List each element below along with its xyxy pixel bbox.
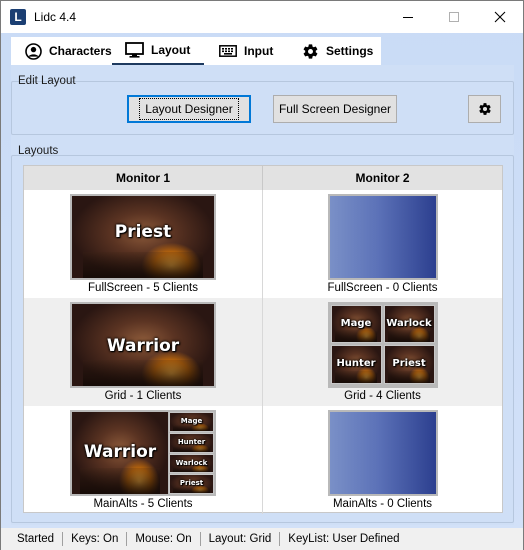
status-layout: Layout: Grid [201, 532, 281, 546]
layout-cell-monitor-2[interactable]: MainAlts - 0 Clients [263, 406, 502, 514]
tab-characters-label: Characters [49, 44, 112, 58]
layout-caption: Grid - 4 Clients [344, 390, 421, 402]
layout-caption: FullScreen - 5 Clients [88, 282, 198, 294]
layout-caption: MainAlts - 0 Clients [332, 498, 433, 510]
alt-slot: Hunter [169, 433, 214, 453]
gear-icon [303, 43, 318, 59]
window-title: Lidc 4.4 [34, 10, 77, 24]
client-label: Warrior [83, 442, 157, 462]
monitor-icon [125, 42, 144, 58]
status-keylist: KeyList: User Defined [288, 533, 400, 545]
tab-settings-label: Settings [326, 44, 374, 58]
layout-preview-thumbnail[interactable] [327, 410, 438, 496]
alt-slot: Warlock [169, 454, 214, 473]
layout-cell-monitor-1[interactable]: Warrior Grid - 1 Clients [24, 298, 263, 406]
client-label: Priest [114, 222, 172, 242]
layout-designer-button[interactable]: Layout Designer [127, 95, 251, 123]
alt-slot: Priest [169, 474, 214, 494]
layout-designer-button-label: Layout Designer [139, 98, 239, 120]
tab-input[interactable]: Input [219, 37, 273, 65]
column-header-monitor-1[interactable]: Monitor 1 [24, 166, 263, 190]
close-button[interactable] [477, 1, 523, 33]
app-logo-icon: L [10, 9, 26, 25]
layout-cell-monitor-2[interactable]: Mage Warlock Hunter Priest Grid - 4 Clie… [263, 298, 502, 406]
tab-characters[interactable]: Characters [25, 37, 112, 65]
tab-input-label: Input [244, 44, 274, 58]
alt-slot: Mage [169, 412, 214, 432]
layout-tab-content: Edit Layout Layout Designer Full Screen … [11, 65, 514, 525]
layout-preview-thumbnail[interactable]: Warrior [70, 302, 216, 388]
maximize-icon [449, 12, 459, 22]
title-bar: L Lidc 4.4 [1, 1, 523, 33]
tab-settings[interactable]: Settings [302, 37, 373, 65]
app-window: L Lidc 4.4 Characters Layout Input Setti… [0, 0, 524, 550]
tab-layout-label: Layout [151, 43, 191, 57]
tab-layout[interactable]: Layout [112, 37, 205, 65]
status-keys: Keys: On [63, 532, 128, 546]
layout-preview-thumbnail[interactable] [327, 194, 438, 280]
close-icon [494, 11, 506, 23]
layout-preview-thumbnail[interactable]: Warrior Mage Hunter Warlock Priest [70, 410, 216, 496]
maximize-button[interactable] [431, 1, 477, 33]
client-label: Priest [392, 358, 426, 369]
layout-preview-thumbnail[interactable]: Mage Warlock Hunter Priest [327, 302, 438, 388]
layout-preview-thumbnail[interactable]: Priest [70, 194, 216, 280]
main-tabstrip: Characters Layout Input Settings [11, 37, 381, 65]
layout-row[interactable]: Warrior Grid - 1 Clients Mage Warlock Hu… [24, 298, 502, 406]
column-header-monitor-2[interactable]: Monitor 2 [263, 166, 502, 190]
client-label: Mage [340, 318, 372, 329]
main-slot: Warrior [72, 412, 168, 494]
grid-slot: Priest [383, 345, 435, 384]
client-label: Mage [180, 417, 203, 425]
layout-row[interactable]: Priest FullScreen - 5 Clients FullScreen… [24, 190, 502, 298]
empty-monitor-preview [329, 412, 436, 494]
status-mouse: Mouse: On [127, 532, 201, 546]
full-screen-designer-button[interactable]: Full Screen Designer [273, 95, 397, 123]
grid-slot: Warlock [383, 305, 435, 343]
layout-caption: MainAlts - 5 Clients [93, 498, 193, 510]
layout-row[interactable]: Warrior Mage Hunter Warlock Priest MainA… [24, 406, 502, 514]
layout-cell-monitor-2[interactable]: FullScreen - 0 Clients [263, 190, 502, 298]
user-circle-icon [25, 42, 42, 60]
layout-settings-button[interactable] [468, 95, 501, 123]
layouts-group-label: Layouts [18, 145, 59, 157]
client-label: Priest [179, 479, 204, 487]
layouts-grid: Monitor 1 Monitor 2 Priest FullScreen - … [23, 165, 503, 514]
status-state: Started [1, 532, 64, 546]
full-screen-designer-button-label: Full Screen Designer [278, 102, 392, 116]
minimize-button[interactable] [385, 1, 431, 33]
layout-caption: Grid - 1 Clients [104, 390, 182, 402]
client-label: Hunter [336, 358, 376, 369]
empty-monitor-preview [329, 196, 436, 278]
layout-cell-monitor-1[interactable]: Warrior Mage Hunter Warlock Priest MainA… [24, 406, 263, 514]
client-label: Warlock [175, 459, 208, 467]
client-label: Hunter [177, 438, 206, 446]
gear-icon [478, 103, 491, 115]
client-label: Warrior [106, 336, 180, 356]
edit-layout-group-label: Edit Layout [18, 75, 76, 87]
minimize-icon [403, 17, 413, 18]
client-label: Warlock [386, 318, 432, 329]
grid-slot: Mage [330, 305, 382, 343]
layout-cell-monitor-1[interactable]: Priest FullScreen - 5 Clients [24, 190, 263, 298]
keyboard-icon [219, 45, 237, 57]
edit-layout-group [11, 81, 514, 135]
grid-slot: Hunter [330, 345, 382, 384]
layout-caption: FullScreen - 0 Clients [327, 282, 438, 294]
status-bar: Started Keys: On Mouse: On Layout: Grid … [1, 528, 523, 550]
